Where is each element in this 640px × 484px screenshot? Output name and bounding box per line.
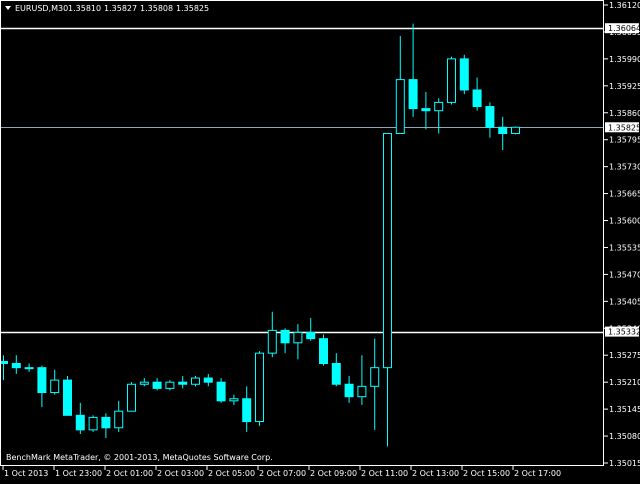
candle-body: [344, 383, 354, 398]
candle-body: [139, 381, 149, 385]
y-tick-label: 1.35405: [609, 297, 640, 306]
candle-body: [421, 108, 431, 112]
candle: [88, 415, 98, 432]
level-price-label: 1.35332: [608, 328, 640, 337]
y-tick-label: 1.35080: [609, 432, 640, 441]
candle-body: [24, 367, 34, 370]
candle-body: [357, 385, 367, 398]
candle-body: [11, 363, 21, 369]
candle-body: [447, 58, 456, 103]
chart-window[interactable]: EURUSD,M30 1.35810 1.35827 1.35808 1.358…: [0, 0, 640, 480]
candle-body: [178, 381, 188, 385]
y-tick-label: 1.35145: [609, 405, 640, 414]
x-tick-label: 2 Oct 13:00: [412, 469, 459, 478]
candle-body: [63, 379, 72, 416]
candle-body: [203, 377, 213, 383]
x-tick-label: 1 Oct 2013: [4, 469, 48, 478]
candle-body: [191, 377, 200, 385]
y-tick-label: 1.35535: [609, 243, 640, 252]
candle-body: [306, 331, 316, 340]
x-tick-label: 2 Oct 01:00: [106, 469, 153, 478]
candle-body: [37, 367, 47, 394]
candle-body: [434, 101, 444, 112]
candle: [255, 351, 264, 426]
price-chart[interactable]: EURUSD,M30 1.35810 1.35827 1.35808 1.358…: [0, 0, 640, 480]
x-tick-label: 2 Oct 17:00: [514, 469, 561, 478]
candle-body: [485, 106, 495, 128]
y-tick-label: 1.35860: [609, 109, 640, 118]
y-tick-label: 1.35275: [609, 351, 640, 360]
y-tick-label: 1.35015: [609, 459, 640, 468]
x-tick-label: 2 Oct 03:00: [157, 469, 204, 478]
candle-body: [242, 398, 252, 423]
candle-body: [267, 329, 277, 354]
candle-body: [216, 381, 226, 402]
y-tick-label: 1.36120: [609, 1, 640, 10]
candle-body: [165, 381, 175, 389]
candle-body: [293, 331, 303, 344]
y-tick-label: 1.35470: [609, 270, 640, 279]
x-tick-label: 2 Oct 09:00: [310, 469, 357, 478]
header-close: 1.35825: [176, 4, 209, 13]
candle-body: [459, 58, 469, 91]
candle: [216, 378, 226, 403]
candle-body: [229, 398, 239, 402]
candle-body: [75, 414, 85, 431]
candle-body: [88, 416, 98, 431]
header-low: 1.35808: [140, 4, 173, 13]
candle-body: [395, 79, 405, 134]
candle-body: [101, 416, 111, 429]
y-tick-label: 1.35925: [609, 82, 640, 91]
x-tick-label: 2 Oct 07:00: [259, 469, 306, 478]
candle-body: [255, 352, 264, 423]
candle-body: [50, 379, 60, 394]
y-tick-label: 1.35600: [609, 217, 640, 226]
x-tick-label: 2 Oct 15:00: [463, 469, 510, 478]
candle-body: [152, 381, 162, 389]
candle: [459, 54, 469, 95]
candle-body: [511, 126, 520, 134]
candle-body: [370, 367, 380, 387]
y-tick-label: 1.35210: [609, 378, 640, 387]
candle: [127, 382, 136, 412]
candle-body: [331, 363, 341, 385]
candle-body: [0, 360, 8, 365]
candle: [63, 375, 72, 416]
candle-body: [408, 79, 418, 110]
candle-body: [114, 410, 124, 429]
candle-body: [383, 132, 392, 369]
x-tick-label: 2 Oct 11:00: [361, 469, 408, 478]
candle-body: [127, 383, 136, 412]
header-high: 1.35827: [104, 4, 137, 13]
x-tick-label: 2 Oct 05:00: [208, 469, 255, 478]
candle: [511, 126, 520, 135]
chart-background: [0, 0, 640, 480]
candle-body: [319, 338, 328, 365]
copyright-text: BenchMark MetaTrader, © 2001-2013, MetaQ…: [6, 453, 273, 462]
header-symbol: EURUSD,M30: [15, 4, 68, 13]
y-tick-label: 1.35665: [609, 190, 640, 199]
y-tick-label: 1.35730: [609, 163, 640, 172]
candle-body: [280, 329, 290, 344]
y-tick-label: 1.35990: [609, 55, 640, 64]
x-tick-label: 1 Oct 23:00: [55, 469, 102, 478]
candle-body: [472, 89, 482, 108]
candle: [447, 56, 456, 105]
level-price-label: 1.36064: [608, 24, 640, 33]
header-open: 1.35810: [68, 4, 101, 13]
bid-price-label: 1.35825: [608, 123, 640, 132]
candle-body: [498, 126, 508, 134]
candle: [319, 334, 328, 366]
y-tick-label: 1.35795: [609, 136, 640, 145]
